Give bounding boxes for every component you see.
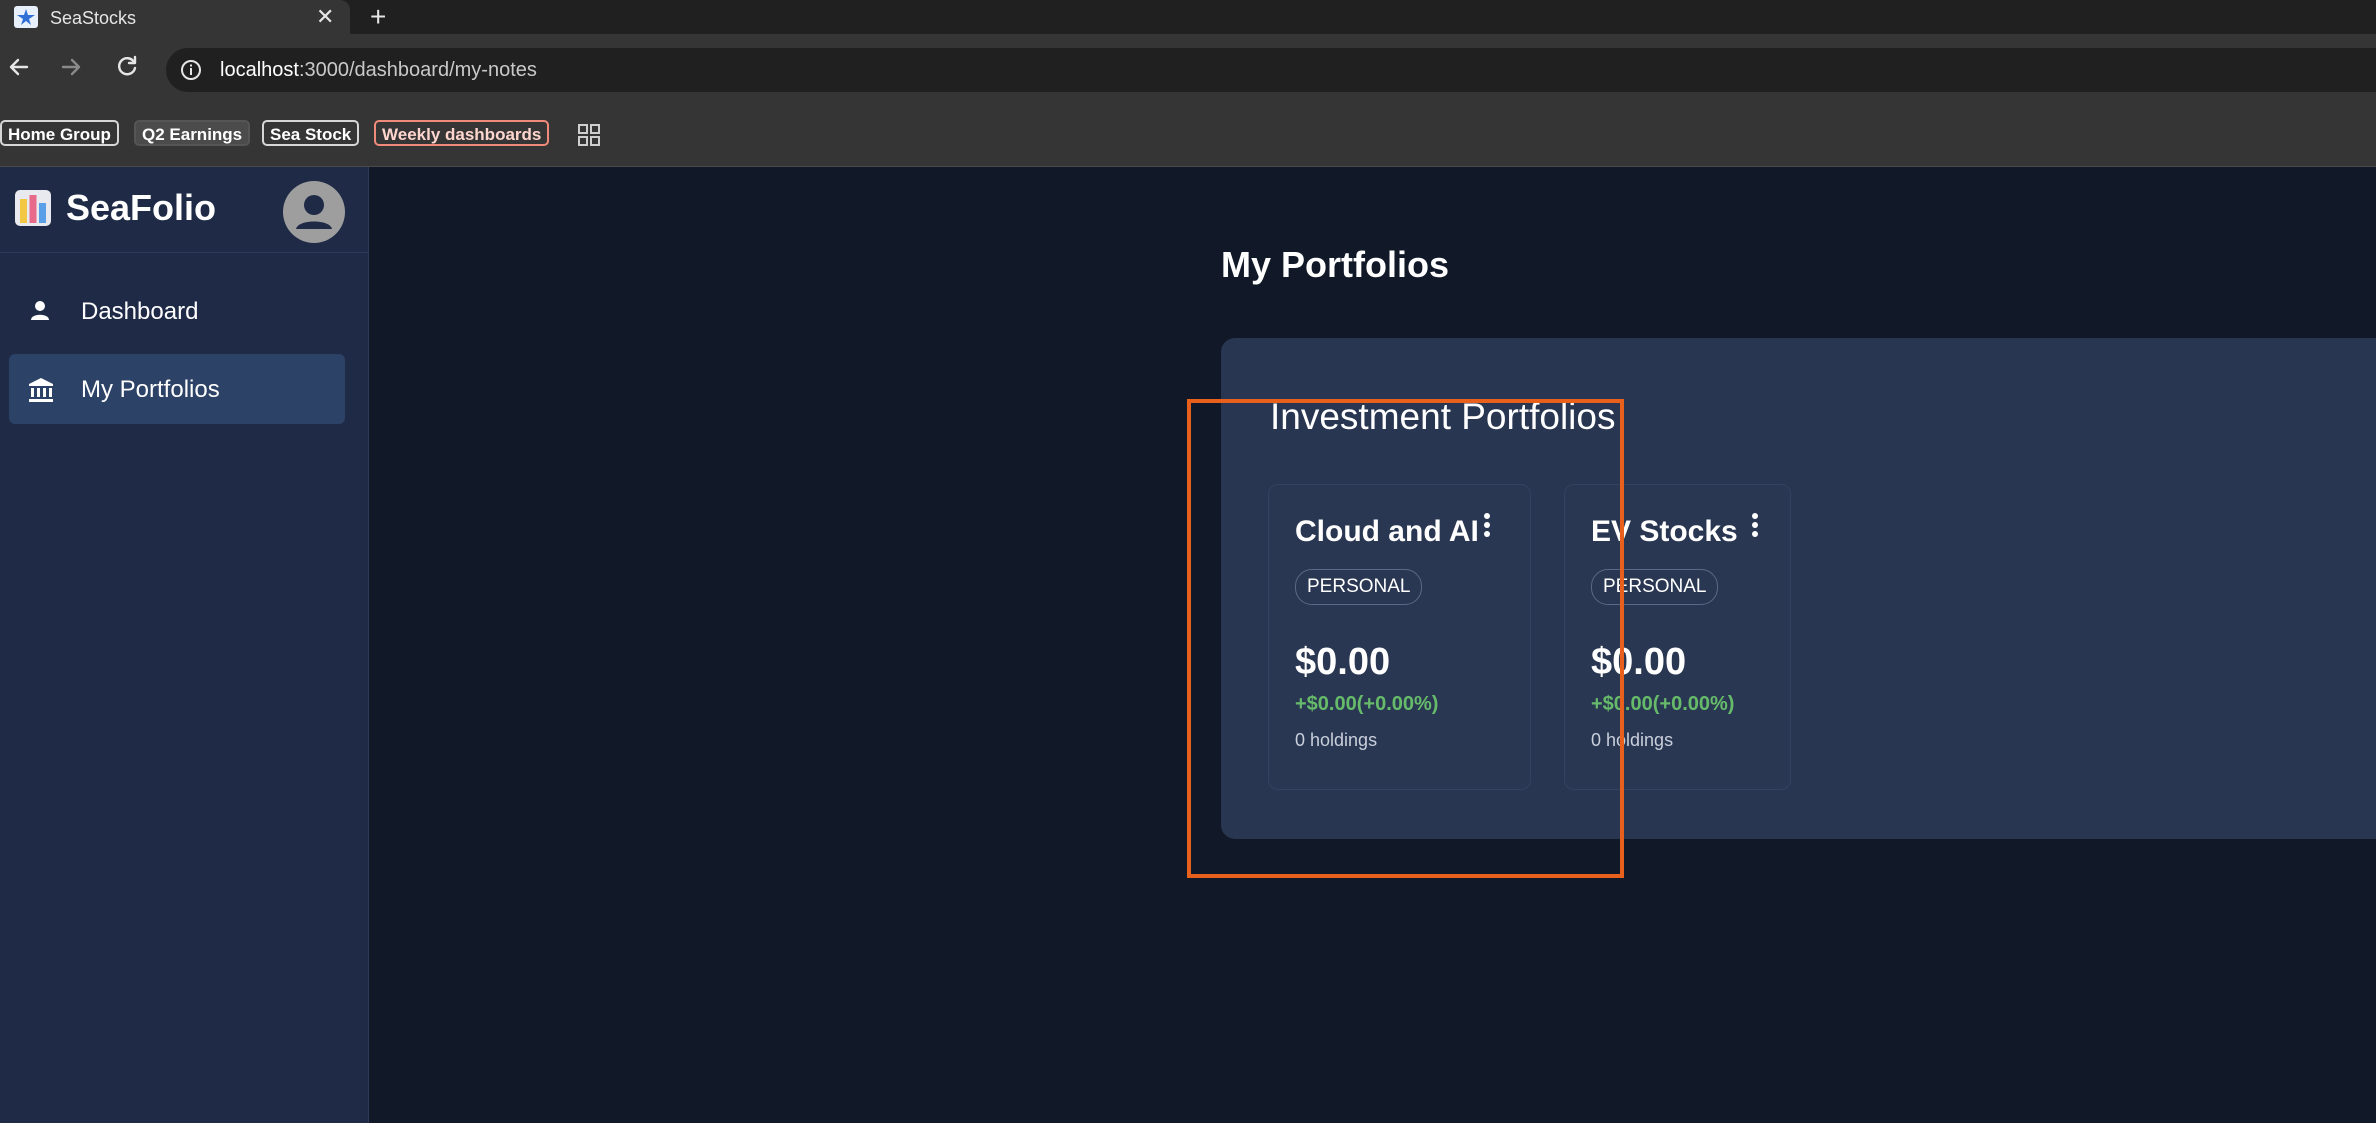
brand-header: SeaFolio bbox=[0, 167, 368, 253]
sidebar: SeaFolio Dashboard My Portfolios bbox=[0, 167, 369, 1123]
sidebar-item-label: My Portfolios bbox=[81, 376, 220, 403]
forward-arrow-icon[interactable] bbox=[54, 50, 88, 84]
sidebar-item-label: Dashboard bbox=[81, 298, 199, 325]
page-title: My Portfolios bbox=[1221, 244, 1450, 285]
site-info-icon[interactable] bbox=[180, 59, 202, 86]
url-host: localhost bbox=[220, 59, 299, 81]
seastocks-favicon-icon bbox=[14, 6, 38, 28]
user-avatar[interactable] bbox=[283, 181, 345, 243]
more-vert-icon[interactable] bbox=[1750, 511, 1760, 546]
bookmarks-bar: Home Group Q2 Earnings Sea Stock Weekly … bbox=[0, 108, 2376, 167]
bookmark-home-group[interactable]: Home Group bbox=[0, 120, 119, 146]
sidebar-item-dashboard[interactable]: Dashboard bbox=[9, 276, 345, 346]
back-arrow-icon[interactable] bbox=[2, 50, 36, 84]
sidebar-item-my-portfolios[interactable]: My Portfolios bbox=[9, 354, 345, 424]
browser-tab[interactable]: SeaStocks ✕ bbox=[0, 0, 350, 34]
person-icon bbox=[27, 298, 53, 329]
account-circle-icon bbox=[296, 195, 332, 229]
bookmark-sea-stock[interactable]: Sea Stock bbox=[262, 120, 360, 146]
brand-name: SeaFolio bbox=[66, 187, 217, 228]
chart-logo-icon bbox=[14, 189, 52, 232]
new-tab-button[interactable]: + bbox=[370, 1, 386, 33]
close-tab-icon[interactable]: ✕ bbox=[316, 4, 334, 30]
url-text: localhost:3000/dashboard/my-notes bbox=[220, 59, 537, 82]
bookmark-q2-earnings[interactable]: Q2 Earnings bbox=[134, 120, 251, 146]
reload-icon[interactable] bbox=[110, 50, 144, 84]
browser-tab-strip: SeaStocks ✕ + bbox=[0, 0, 2376, 34]
address-bar[interactable]: localhost:3000/dashboard/my-notes bbox=[166, 48, 2376, 92]
browser-toolbar: localhost:3000/dashboard/my-notes bbox=[0, 34, 2376, 108]
highlight-annotation-box bbox=[1187, 399, 1624, 878]
bookmark-weekly-dashboards[interactable]: Weekly dashboards bbox=[374, 120, 550, 146]
tab-title: SeaStocks bbox=[50, 8, 137, 28]
bank-icon bbox=[27, 376, 55, 409]
url-path: :3000/dashboard/my-notes bbox=[298, 59, 537, 81]
apps-grid-icon[interactable] bbox=[578, 124, 600, 151]
